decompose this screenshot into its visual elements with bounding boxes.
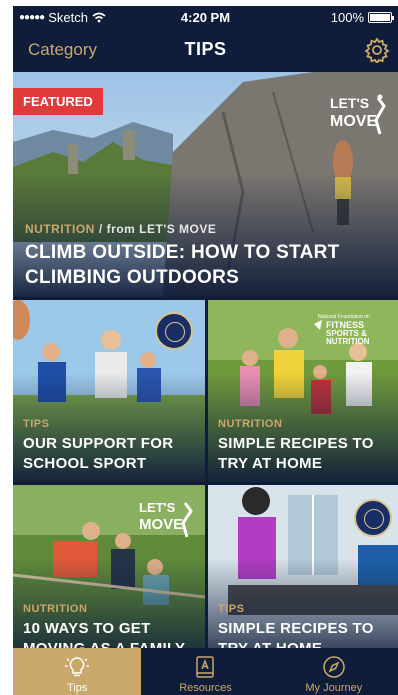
article-card[interactable]: National Foundation on FITNESS SPORTS & …	[208, 300, 398, 482]
article-category: NUTRITION	[218, 418, 283, 430]
featured-category: NUTRITION	[25, 222, 95, 236]
article-category: TIPS	[218, 603, 245, 615]
tab-tips[interactable]: Tips	[13, 648, 142, 695]
government-seal-icon	[155, 312, 193, 350]
book-icon	[196, 656, 215, 678]
status-bar: ●●●●● Sketch 4:20 PM 100%	[13, 6, 398, 28]
svg-text:MOVE: MOVE	[139, 516, 183, 533]
page-title: TIPS	[184, 39, 227, 59]
tab-bar: Tips Resources My Journey	[13, 648, 398, 695]
svg-text:LET'S: LET'S	[330, 95, 369, 111]
svg-text:NUTRITION: NUTRITION	[326, 337, 370, 346]
article-card[interactable]: LET'S MOVE NUTRITION 10 WAYS TO GET MOVI…	[13, 485, 205, 667]
tab-resources-label: Resources	[179, 682, 232, 694]
featured-meta: NUTRITION / from LET'S MOVE	[25, 222, 217, 236]
featured-source: from LET'S MOVE	[106, 222, 217, 236]
svg-text:MOVE: MOVE	[330, 113, 377, 130]
featured-badge: FEATURED	[13, 88, 103, 115]
svg-text:LET'S: LET'S	[139, 500, 176, 515]
article-headline: SIMPLE RECIPES TO TRY AT HOME	[218, 435, 374, 472]
featured-article-card[interactable]: FEATURED LET'S MOVE NUTRITION / from LET'S…	[13, 72, 398, 297]
battery-icon	[368, 12, 394, 23]
battery-percent: 100%	[330, 10, 364, 25]
compass-icon	[323, 656, 345, 678]
fitness-foundation-logo: National Foundation on FITNESS SPORTS & …	[312, 310, 392, 351]
article-category: TIPS	[23, 418, 50, 430]
app-screen: ●●●●● Sketch 4:20 PM 100% Category TIPS	[13, 6, 398, 695]
gear-icon[interactable]	[364, 37, 390, 63]
tab-resources[interactable]: Resources	[141, 648, 269, 695]
tab-tips-label: Tips	[66, 682, 88, 694]
tab-my-journey[interactable]: My Journey	[270, 648, 398, 695]
lets-move-logo: LET'S MOVE	[330, 94, 388, 142]
article-headline: OUR SUPPORT FOR SCHOOL SPORT	[23, 435, 174, 472]
article-category: NUTRITION	[23, 603, 88, 615]
tab-my-journey-label: My Journey	[305, 682, 363, 694]
article-card[interactable]: TIPS SIMPLE RECIPES TO TRY AT HOME	[208, 485, 398, 667]
featured-headline: CLIMB OUTSIDE: HOW TO START CLIMBING OUT…	[25, 242, 340, 288]
lightbulb-icon	[65, 657, 90, 677]
government-seal-icon	[354, 499, 392, 537]
lets-move-logo: LET'S MOVE	[139, 499, 195, 544]
navigation-bar: Category TIPS	[13, 28, 398, 72]
article-card[interactable]: TIPS OUR SUPPORT FOR SCHOOL SPORT	[13, 300, 205, 482]
